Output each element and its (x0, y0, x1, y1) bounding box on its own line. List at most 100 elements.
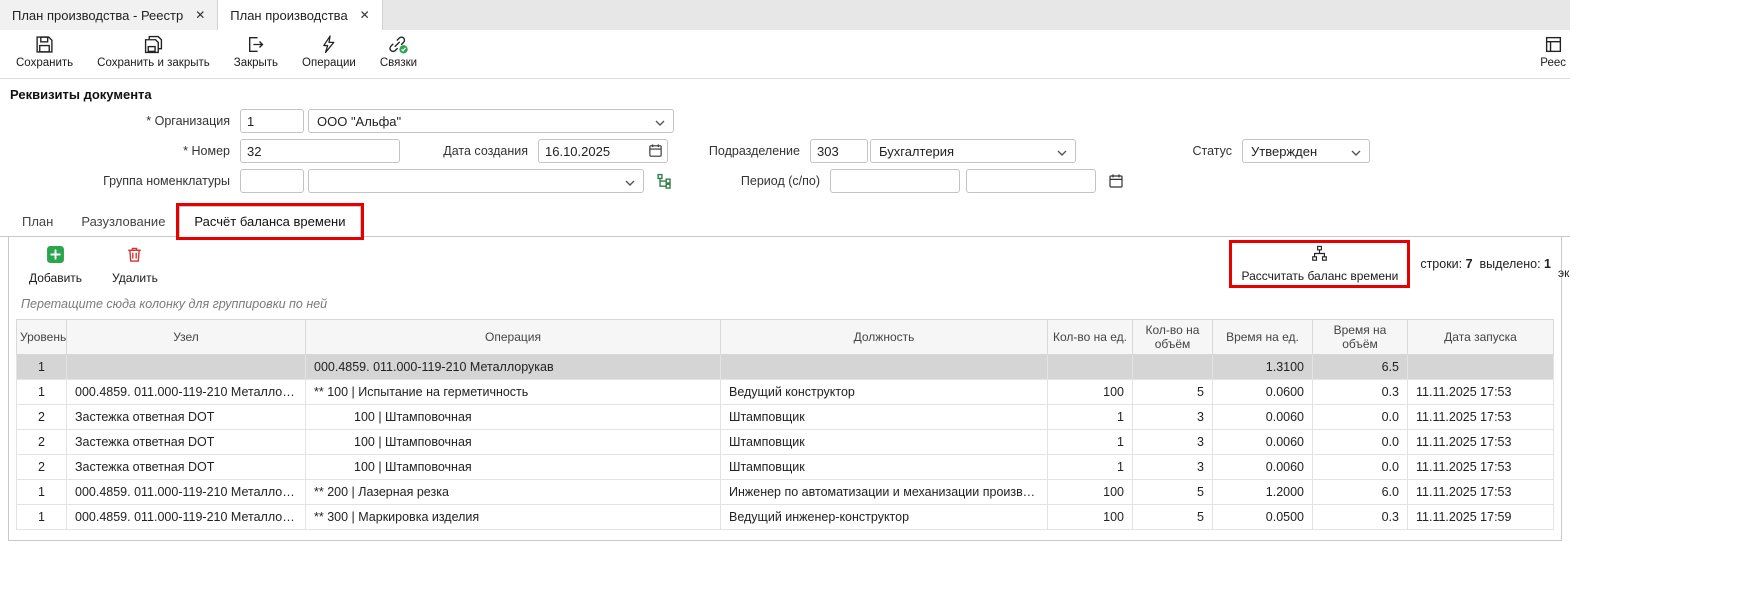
window-tab-production-plan[interactable]: План производства ✕ (218, 0, 382, 30)
column-header[interactable]: Время на объём (1313, 320, 1408, 355)
cell-time_vol: 0.0 (1313, 455, 1408, 480)
time-balance-panel: Добавить Удалить (8, 237, 1562, 541)
group-by-drop-zone[interactable]: Перетащите сюда колонку для группировки … (9, 293, 1561, 319)
cell-qty_vol (1133, 355, 1213, 380)
cell-level: 1 (17, 505, 67, 530)
department-code-input[interactable] (810, 139, 868, 163)
nomenclature-group-select[interactable] (308, 169, 644, 193)
operations-label: Операции (302, 57, 356, 69)
cell-qty_vol: 3 (1133, 455, 1213, 480)
nomenclature-group-label: Группа номенклатуры (0, 174, 240, 188)
nomenclature-group-code-input[interactable] (240, 169, 304, 193)
calendar-icon[interactable] (648, 143, 663, 161)
clipped-right-panel-text: эк (1558, 266, 1569, 280)
cell-node: Застежка ответная DOT (67, 405, 306, 430)
save-and-close-button[interactable]: Сохранить и закрыть (97, 35, 210, 69)
organization-select[interactable]: ООО "Альфа" (308, 109, 674, 133)
cell-qty_vol: 3 (1133, 430, 1213, 455)
save-button[interactable]: Сохранить (16, 35, 73, 69)
column-header[interactable]: Кол-во на ед. (1048, 320, 1133, 355)
table-row[interactable]: 2Застежка ответная DOT100 | Штамповочная… (17, 430, 1554, 455)
table-row[interactable]: 1000.4859. 011.000-119-210 Металлорукав*… (17, 480, 1554, 505)
registry-button[interactable]: Реес (1540, 35, 1566, 69)
organization-code-input[interactable] (240, 109, 304, 133)
period-from-input[interactable] (830, 169, 960, 193)
cell-qty_vol: 5 (1133, 505, 1213, 530)
window-tab-label: План производства (230, 8, 347, 23)
cell-position: Штамповщик (721, 430, 1048, 455)
operations-button[interactable]: Операции (302, 35, 356, 69)
column-header[interactable]: Узел (67, 320, 306, 355)
close-button[interactable]: Закрыть (234, 35, 278, 69)
table-row[interactable]: 2Застежка ответная DOT100 | Штамповочная… (17, 405, 1554, 430)
cell-time_vol: 0.0 (1313, 405, 1408, 430)
selected-count-label: выделено: (1480, 257, 1541, 271)
table-row[interactable]: 1000.4859. 011.000-119-210 Металлорукав*… (17, 505, 1554, 530)
cell-time_unit: 0.0600 (1213, 380, 1313, 405)
cell-operation: 100 | Штамповочная (306, 455, 721, 480)
cell-qty_vol: 3 (1133, 405, 1213, 430)
calculate-time-balance-button[interactable]: Рассчитать баланс времени (1233, 244, 1406, 284)
cell-time_unit: 0.0060 (1213, 455, 1313, 480)
links-icon (388, 35, 409, 54)
cell-date: 11.11.2025 17:53 (1408, 430, 1554, 455)
tab-plan[interactable]: План (8, 207, 67, 236)
period-calendar-icon[interactable] (1104, 169, 1128, 193)
tab-time-balance-label: Расчёт баланса времени (194, 214, 345, 229)
number-input[interactable] (240, 139, 400, 163)
cell-time_vol: 0.3 (1313, 380, 1408, 405)
creation-date-field[interactable] (538, 139, 668, 163)
add-icon (46, 245, 65, 267)
add-label: Добавить (29, 271, 82, 285)
close-tab-icon[interactable]: ✕ (360, 9, 370, 21)
cell-level: 2 (17, 455, 67, 480)
close-tab-icon[interactable]: ✕ (195, 9, 205, 21)
trash-icon (125, 245, 144, 267)
cell-position: Штамповщик (721, 405, 1048, 430)
column-header[interactable]: Должность (721, 320, 1048, 355)
delete-row-button[interactable]: Удалить (104, 244, 166, 286)
cell-qty_unit: 1 (1048, 405, 1133, 430)
cell-operation: 100 | Штамповочная (306, 430, 721, 455)
column-header[interactable]: Операция (306, 320, 721, 355)
cell-qty_unit: 100 (1048, 480, 1133, 505)
status-select[interactable]: Утвержден (1242, 139, 1370, 163)
cell-operation: ** 200 | Лазерная резка (306, 480, 721, 505)
hierarchy-tree-icon[interactable] (652, 169, 676, 193)
column-header[interactable]: Дата запуска (1408, 320, 1554, 355)
cell-date: 11.11.2025 17:53 (1408, 480, 1554, 505)
app-window: План производства - Реестр ✕ План произв… (0, 0, 1570, 601)
column-header[interactable]: Кол-во на объём (1133, 320, 1213, 355)
delete-label: Удалить (112, 271, 158, 285)
cell-qty_unit (1048, 355, 1133, 380)
tab-time-balance[interactable]: Расчёт баланса времени (179, 206, 360, 237)
column-header[interactable]: Время на ед. (1213, 320, 1313, 355)
lightning-icon (319, 35, 338, 54)
cell-level: 1 (17, 480, 67, 505)
chevron-down-icon (655, 114, 665, 129)
cell-position: Инженер по автоматизации и механизации п… (721, 480, 1048, 505)
cell-node: 000.4859. 011.000-119-210 Металлорукав (67, 380, 306, 405)
period-to-input[interactable] (966, 169, 1096, 193)
tab-explosion[interactable]: Разузлование (67, 207, 179, 236)
cell-qty_unit: 100 (1048, 505, 1133, 530)
registry-icon (1544, 35, 1563, 54)
cell-level: 2 (17, 430, 67, 455)
department-select[interactable]: Бухгалтерия (870, 139, 1076, 163)
cell-level: 1 (17, 380, 67, 405)
sitemap-icon (1311, 245, 1328, 265)
document-form: * Организация ООО "Альфа" * Номер Дата с… (0, 106, 1570, 204)
cell-date: 11.11.2025 17:53 (1408, 455, 1554, 480)
tab-explosion-label: Разузлование (81, 214, 165, 229)
window-tab-registry[interactable]: План производства - Реестр ✕ (0, 0, 218, 30)
table-row[interactable]: 1000.4859. 011.000-119-210 Металлорукав*… (17, 380, 1554, 405)
cell-time_vol: 6.5 (1313, 355, 1408, 380)
add-row-button[interactable]: Добавить (21, 244, 90, 286)
chevron-down-icon (1057, 144, 1067, 159)
column-header[interactable]: Уровень (17, 320, 67, 355)
registry-label: Реес (1540, 57, 1566, 69)
group-row[interactable]: 1000.4859. 011.000-119-210 Металлорукав1… (17, 355, 1554, 380)
table-row[interactable]: 2Застежка ответная DOT100 | Штамповочная… (17, 455, 1554, 480)
links-button[interactable]: Связки (380, 35, 417, 69)
organization-select-value: ООО "Альфа" (317, 114, 401, 129)
